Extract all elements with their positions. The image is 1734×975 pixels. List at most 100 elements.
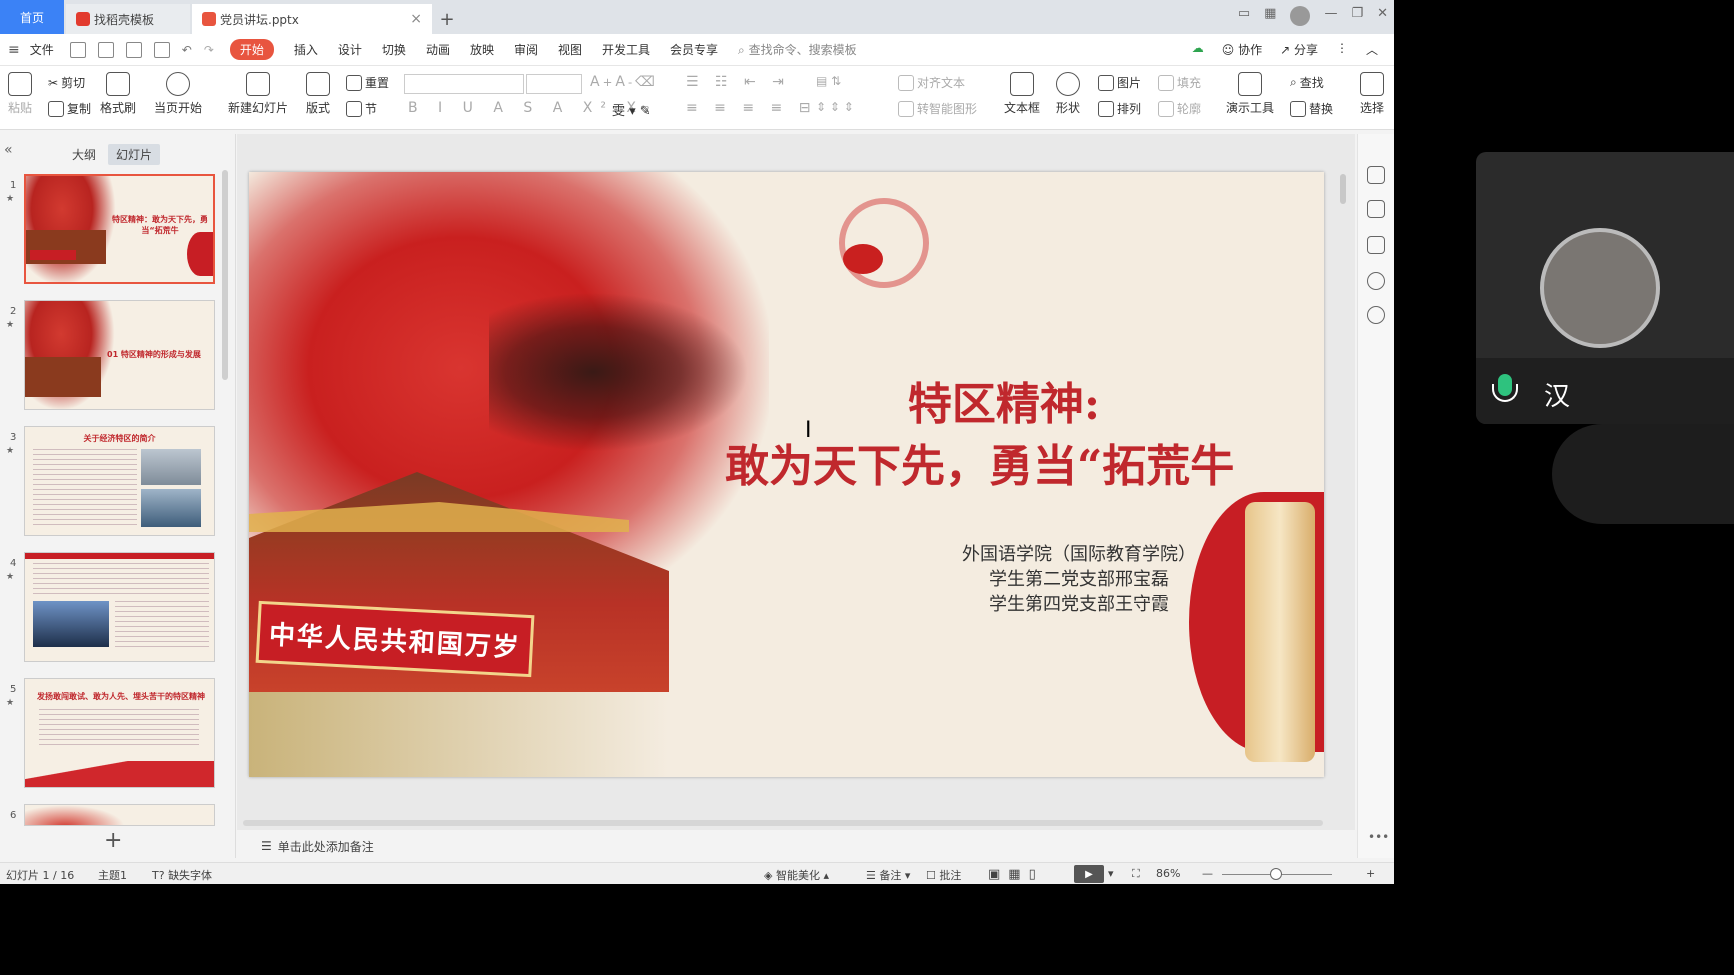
slide-title-line1[interactable]: 特区精神: — [249, 368, 1324, 432]
menu-item-transition[interactable]: 切换 — [382, 41, 406, 58]
replace-button[interactable]: 替换 — [1290, 100, 1333, 117]
command-search[interactable]: ⌕ 查找命令、搜索模板 — [738, 41, 857, 58]
line-spacing-button[interactable]: ⇕ ⇕ ⇕ — [816, 100, 854, 114]
zoom-slider-knob[interactable] — [1270, 868, 1282, 880]
paste-button[interactable]: 粘贴 — [8, 72, 32, 116]
phonetic-button[interactable]: 雯 ▾ ✎ — [612, 100, 651, 119]
slide-thumbnail-5[interactable]: 发扬敢闯敢试、敢为人先、埋头苦干的特区精神 — [24, 678, 215, 788]
close-window-icon[interactable]: ✕ — [1377, 6, 1388, 26]
arrange-button[interactable]: 排列 — [1098, 100, 1141, 117]
menu-item-developer[interactable]: 开发工具 — [602, 41, 650, 58]
list-buttons[interactable]: ☰ ☷ ⇤ ⇥ — [686, 74, 790, 90]
menu-item-review[interactable]: 审阅 — [514, 41, 538, 58]
secondary-call-widget[interactable] — [1552, 424, 1734, 524]
redo-icon[interactable]: ↷ — [204, 43, 214, 57]
zoom-out-icon[interactable]: — — [1202, 867, 1213, 880]
beautify-button[interactable]: ◈ 智能美化 ▴ — [764, 867, 829, 883]
outline-button[interactable]: 轮廓 — [1158, 100, 1201, 117]
copy-button[interactable]: 复制 — [48, 100, 91, 117]
menu-item-slideshow[interactable]: 放映 — [470, 41, 494, 58]
panel-scrollbar[interactable] — [222, 170, 228, 380]
collab-button[interactable]: ☺ 协作 — [1222, 41, 1262, 58]
slide-editor[interactable]: 中华人民共和国万岁 特区精神: 敢为天下先，勇当“拓荒牛 外国语学院（国际教育学… — [249, 172, 1324, 777]
comment-button[interactable]: ☐ 批注 — [926, 867, 961, 883]
preview-icon[interactable] — [153, 41, 170, 58]
collapse-panel-icon[interactable]: « — [4, 142, 13, 158]
format-painter-button[interactable]: 格式刷 — [100, 72, 136, 116]
slides-icon[interactable] — [1367, 236, 1385, 254]
find-button[interactable]: ⌕ 查找 — [1290, 74, 1324, 91]
menu-item-member[interactable]: 会员专享 — [670, 41, 718, 58]
fit-window-icon[interactable]: ⛶ — [1132, 867, 1140, 881]
export-icon[interactable] — [97, 41, 114, 58]
zoom-in-icon[interactable]: + — [1366, 867, 1375, 880]
tab-home[interactable]: 首页 — [0, 0, 64, 34]
microphone-icon[interactable] — [1490, 374, 1520, 408]
select-button[interactable]: 选择 — [1360, 72, 1384, 116]
tab-outline[interactable]: 大纲 — [64, 144, 104, 165]
picture-button[interactable]: 图片 — [1098, 74, 1141, 91]
undo-icon[interactable]: ↶ — [182, 43, 192, 57]
add-slide-button[interactable]: + — [104, 828, 122, 853]
from-current-button[interactable]: 当页开始 — [154, 72, 202, 116]
tab-file[interactable]: 党员讲坛.pptx × — [192, 4, 432, 34]
theme-name[interactable]: 主题1 — [98, 867, 127, 883]
cut-button[interactable]: ✂ 剪切 — [48, 74, 85, 91]
shape-button[interactable]: 形状 — [1056, 72, 1080, 116]
section-button[interactable]: 节 — [346, 100, 377, 117]
star-icon[interactable] — [1367, 200, 1385, 218]
cloud-sync-icon[interactable]: ☁ — [1192, 41, 1204, 58]
menu-item-animation[interactable]: 动画 — [426, 41, 450, 58]
menu-item-insert[interactable]: 插入 — [294, 41, 318, 58]
voice-call-widget[interactable]: 汉 — [1476, 152, 1734, 424]
slide-thumbnail-6[interactable] — [24, 804, 215, 826]
horizontal-scrollbar[interactable] — [243, 820, 1323, 826]
tab-slides[interactable]: 幻灯片 — [108, 144, 161, 165]
new-slide-button[interactable]: 新建幻灯片 — [228, 72, 288, 116]
slide-title-line2[interactable]: 敢为天下先，勇当“拓荒牛 — [725, 430, 1234, 494]
grid-icon[interactable]: ▦ — [1264, 6, 1276, 26]
avatar[interactable] — [1290, 6, 1311, 26]
properties-icon[interactable] — [1367, 166, 1385, 184]
to-smartart-button[interactable]: 转智能图形 — [898, 100, 977, 117]
font-name-select[interactable] — [404, 74, 524, 94]
slide-thumbnail-1[interactable]: 特区精神：敢为天下先，勇当“拓荒牛 — [24, 174, 215, 284]
reset-button[interactable]: 重置 — [346, 74, 389, 91]
new-tab-button[interactable]: + — [434, 4, 460, 34]
font-size-select[interactable] — [526, 74, 582, 94]
save-icon[interactable] — [69, 41, 86, 58]
print-icon[interactable] — [125, 41, 142, 58]
text-direction-button[interactable]: ▤ ⇅ — [816, 74, 841, 88]
play-dropdown-icon[interactable]: ▾ — [1108, 867, 1114, 880]
layout-icon[interactable]: ▭ — [1238, 6, 1250, 26]
align-buttons[interactable]: ≡ ≡ ≡ ≡ ⊟ — [686, 100, 816, 116]
vertical-scrollbar[interactable] — [1340, 144, 1346, 804]
more-dots-icon[interactable]: ••• — [1368, 830, 1389, 844]
minimize-icon[interactable]: — — [1324, 6, 1337, 26]
slide-subtitle-line2[interactable]: 学生第二党支部邢宝磊 — [939, 565, 1219, 591]
hamburger-icon[interactable]: ≡ — [8, 42, 20, 58]
layout-button[interactable]: 版式 — [306, 72, 330, 116]
view-mode-buttons[interactable]: ▣▦▯ — [988, 867, 1044, 882]
present-tools-button[interactable]: 演示工具 — [1226, 72, 1274, 116]
collapse-ribbon-icon[interactable]: ︿ — [1366, 41, 1378, 58]
menu-file[interactable]: 文件 — [30, 41, 54, 58]
text-align-button[interactable]: 对齐文本 — [898, 74, 965, 91]
slide-thumbnail-3[interactable]: 关于经济特区的简介 — [24, 426, 215, 536]
textbox-button[interactable]: 文本框 — [1004, 72, 1040, 116]
notes-toggle-button[interactable]: ☰ 备注 ▾ — [866, 867, 910, 883]
tab-template[interactable]: 找稻壳模板 — [66, 4, 190, 34]
fill-button[interactable]: 填充 — [1158, 74, 1201, 91]
zoom-level[interactable]: 86% — [1156, 867, 1180, 880]
slide-thumbnail-4[interactable] — [24, 552, 215, 662]
missing-font-button[interactable]: T? 缺失字体 — [152, 867, 212, 883]
more-icon[interactable]: ⋮ — [1336, 41, 1348, 58]
restore-icon[interactable]: ❐ — [1351, 6, 1363, 26]
menu-item-design[interactable]: 设计 — [338, 41, 362, 58]
font-size-controls[interactable]: A + A- ⌫ — [590, 74, 655, 90]
slide-subtitle-line3[interactable]: 学生第四党支部王守霞 — [939, 590, 1219, 616]
share-button[interactable]: ↗ 分享 — [1280, 41, 1318, 58]
menu-item-view[interactable]: 视图 — [558, 41, 582, 58]
location-icon[interactable] — [1367, 272, 1385, 290]
vertical-scroll-thumb[interactable] — [1340, 174, 1346, 204]
